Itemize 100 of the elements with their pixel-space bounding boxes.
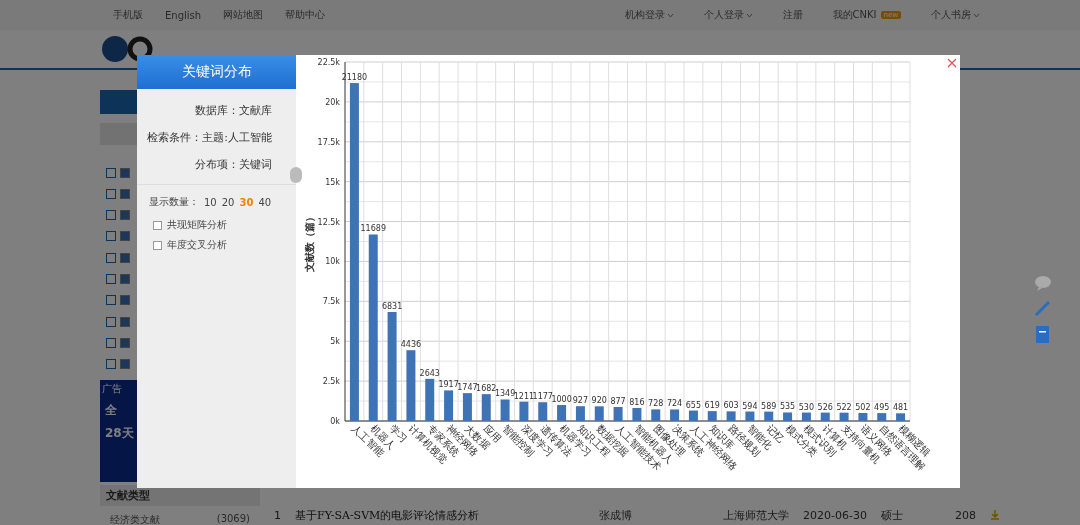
expand-icon[interactable] xyxy=(106,316,116,327)
bar[interactable] xyxy=(651,409,661,421)
collapse-handle[interactable] xyxy=(290,167,302,183)
result-source[interactable]: 上海师范大学 xyxy=(723,507,789,523)
info-text: 分布项：关键词 xyxy=(195,157,272,172)
top-link[interactable]: 网站地图 xyxy=(223,8,264,22)
bar[interactable] xyxy=(444,390,454,421)
top-link[interactable]: 机构登录 xyxy=(624,8,665,22)
expand-icon[interactable] xyxy=(106,210,116,221)
filter-checkbox[interactable] xyxy=(120,337,130,348)
bar[interactable] xyxy=(462,393,472,421)
bar[interactable] xyxy=(877,413,887,421)
y-axis-title: 文献数（篇） xyxy=(304,211,315,272)
filter-checkbox[interactable] xyxy=(120,295,130,306)
bar[interactable] xyxy=(783,412,793,421)
option-checkbox[interactable] xyxy=(153,220,162,230)
bar[interactable] xyxy=(764,411,774,421)
filter-checkbox[interactable] xyxy=(120,359,130,370)
value-label: 728 xyxy=(648,399,664,409)
option-checkbox[interactable] xyxy=(153,240,162,250)
top-link[interactable]: 我的CNKI xyxy=(832,8,877,22)
option-label[interactable]: 年度交叉分析 xyxy=(167,238,227,252)
value-label: 2643 xyxy=(419,368,440,378)
top-link[interactable]: 手机版 xyxy=(113,8,143,22)
bar[interactable] xyxy=(425,378,435,421)
value-label: 1349 xyxy=(494,389,516,399)
result-author[interactable]: 张成博 xyxy=(599,507,709,523)
count-option[interactable]: 20 xyxy=(221,196,235,208)
bar[interactable] xyxy=(745,411,755,421)
close-icon[interactable] xyxy=(947,58,957,68)
result-date: 2020-06-30 xyxy=(803,508,867,522)
y-tick-label: 22.5k xyxy=(317,58,340,67)
bar[interactable] xyxy=(858,413,868,421)
expand-icon[interactable] xyxy=(106,359,116,370)
download-icon[interactable] xyxy=(989,510,1000,521)
expand-icon[interactable] xyxy=(106,167,116,178)
value-label: 594 xyxy=(742,401,758,411)
bar[interactable] xyxy=(896,413,906,421)
count-option[interactable]: 40 xyxy=(258,196,272,208)
filter-checkbox[interactable] xyxy=(120,316,130,327)
document-icon[interactable] xyxy=(1034,325,1052,345)
count-option[interactable]: 10 xyxy=(204,196,217,208)
y-tick-label: 15k xyxy=(325,177,340,187)
filter-checkbox[interactable] xyxy=(120,252,130,263)
bar[interactable] xyxy=(707,411,717,421)
value-label: 603 xyxy=(723,401,739,411)
filter-checkbox[interactable] xyxy=(120,188,130,199)
y-tick-label: 20k xyxy=(325,97,340,107)
value-label: 522 xyxy=(836,402,852,412)
download-count: 208 xyxy=(954,508,976,522)
expand-icon[interactable] xyxy=(106,337,116,348)
top-link[interactable]: 帮助中心 xyxy=(285,8,326,22)
filter-checkbox[interactable] xyxy=(120,274,130,285)
bar[interactable] xyxy=(839,412,849,421)
bar[interactable] xyxy=(387,312,397,421)
bar[interactable] xyxy=(538,402,548,421)
bar[interactable] xyxy=(481,394,491,421)
bar[interactable] xyxy=(670,409,680,421)
bar[interactable] xyxy=(613,407,623,421)
result-type: 硕士 xyxy=(880,507,904,523)
bar[interactable] xyxy=(575,406,585,421)
y-tick-label: 5k xyxy=(330,337,340,347)
count-option[interactable]: 30 xyxy=(239,196,254,208)
info-text: 检索条件：主题:人工智能 xyxy=(147,130,272,145)
filter-checkbox[interactable] xyxy=(120,231,130,242)
bar[interactable] xyxy=(500,399,510,421)
ad-text: 28天 xyxy=(104,424,134,442)
bar[interactable] xyxy=(349,83,359,421)
expand-icon[interactable] xyxy=(106,252,116,263)
expand-icon[interactable] xyxy=(106,188,116,199)
expand-icon[interactable] xyxy=(106,274,116,285)
bar[interactable] xyxy=(632,408,642,421)
bar[interactable] xyxy=(557,405,567,421)
top-link[interactable]: 注册 xyxy=(782,8,803,22)
category-link[interactable]: 经济类文献 xyxy=(110,513,160,525)
dialog-title: 关键词分布 xyxy=(137,55,296,89)
filter-checkbox[interactable] xyxy=(120,210,130,221)
top-link[interactable]: English xyxy=(165,9,202,21)
y-tick-label: 17.5k xyxy=(317,137,340,147)
bar[interactable] xyxy=(820,412,830,421)
top-link[interactable]: 个人登录 xyxy=(703,8,744,22)
result-title[interactable]: 基于FY-SA-SVM的电影评论情感分析 xyxy=(295,507,585,523)
bar[interactable] xyxy=(801,412,811,421)
speech-bubble-icon[interactable] xyxy=(1034,275,1052,291)
bar[interactable] xyxy=(688,410,698,421)
option-label[interactable]: 共现矩阵分析 xyxy=(167,218,227,232)
bar[interactable] xyxy=(726,411,736,421)
bar[interactable] xyxy=(406,350,416,421)
value-label: 920 xyxy=(591,396,607,406)
ad-text: 全 xyxy=(104,401,117,419)
bar[interactable] xyxy=(368,234,378,421)
expand-icon[interactable] xyxy=(106,231,116,242)
expand-icon[interactable] xyxy=(106,295,116,306)
filter-checkbox[interactable] xyxy=(120,167,130,178)
value-label: 495 xyxy=(874,403,890,413)
bar[interactable] xyxy=(519,401,529,421)
value-label: 530 xyxy=(798,402,815,412)
top-link[interactable]: 个人书房 xyxy=(931,8,971,22)
bar[interactable] xyxy=(594,406,604,421)
value-label: 655 xyxy=(685,400,702,410)
